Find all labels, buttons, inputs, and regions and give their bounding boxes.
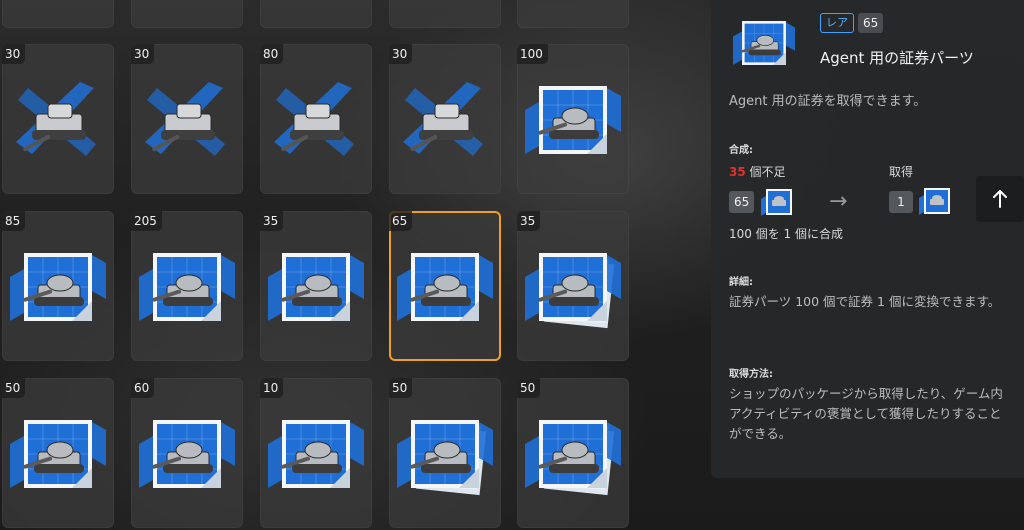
item-card-partial[interactable]	[389, 0, 501, 28]
tank-parts-icon	[10, 72, 106, 168]
acquire-label: 取得方法:	[729, 369, 773, 380]
item-count: 10	[260, 378, 284, 398]
item-card[interactable]: 100	[517, 44, 629, 194]
blueprint-icon	[397, 239, 493, 335]
item-detail-panel: レア 65 Agent 用の証券パーツ Agent 用の証券を取得できます。 合…	[711, 0, 1024, 478]
item-card[interactable]: 35	[260, 211, 372, 361]
blueprint-icon	[525, 72, 621, 168]
arrow-up-icon	[993, 190, 1007, 208]
item-title: Agent 用の証券パーツ	[820, 49, 974, 67]
item-count: 50	[389, 378, 413, 398]
item-card-partial[interactable]	[260, 0, 372, 28]
quantity-badge: 65	[858, 13, 884, 33]
rarity-badge: レア	[820, 13, 854, 33]
item-card[interactable]: 50	[2, 378, 114, 528]
item-card[interactable]: 85	[2, 211, 114, 361]
item-count: 65	[389, 211, 413, 231]
blueprint-icon	[761, 187, 795, 217]
shortage-count: 35	[729, 165, 746, 179]
tank-parts-icon	[397, 72, 493, 168]
item-count: 85	[2, 211, 26, 231]
tank-parts-icon	[139, 72, 235, 168]
blueprint-icon	[733, 12, 795, 74]
item-card-partial[interactable]	[2, 0, 114, 28]
blueprint-icon	[139, 406, 235, 502]
item-card[interactable]: 30	[131, 44, 243, 194]
blueprint-icon	[268, 239, 364, 335]
item-count: 30	[2, 44, 26, 64]
item-count: 35	[517, 211, 541, 231]
item-card[interactable]: 10	[260, 378, 372, 528]
item-card-selected[interactable]: 65	[389, 211, 501, 361]
blueprint-icon	[919, 186, 953, 216]
item-count: 80	[260, 44, 284, 64]
item-card[interactable]: 30	[2, 44, 114, 194]
input-count: 65	[729, 191, 755, 213]
item-card[interactable]: 80	[260, 44, 372, 194]
item-count: 60	[131, 378, 155, 398]
item-count: 50	[517, 378, 541, 398]
item-count: 30	[131, 44, 155, 64]
details-text: 証券パーツ 100 個で証券 1 個に変換できます。	[729, 294, 1001, 309]
blueprint-stack-icon	[525, 239, 621, 335]
blueprint-icon	[268, 406, 364, 502]
output-count: 1	[889, 191, 913, 213]
details-label: 詳細:	[729, 277, 753, 288]
item-card[interactable]: 60	[131, 378, 243, 528]
item-count: 100	[517, 44, 548, 64]
item-count: 205	[131, 211, 162, 231]
obtain-label: 取得	[889, 165, 914, 179]
item-count: 30	[389, 44, 413, 64]
craft-button[interactable]	[976, 176, 1024, 222]
blueprint-icon	[10, 239, 106, 335]
item-card[interactable]: 50	[517, 378, 629, 528]
item-card[interactable]: 35	[517, 211, 629, 361]
blueprint-stack-icon	[397, 406, 493, 502]
blueprint-stack-icon	[525, 406, 621, 502]
tank-parts-icon	[268, 72, 364, 168]
item-card-partial[interactable]	[131, 0, 243, 28]
item-count: 50	[2, 378, 26, 398]
shortage-text: 35 個不足	[729, 163, 786, 180]
item-card[interactable]: 50	[389, 378, 501, 528]
arrow-right-icon: →	[829, 189, 848, 214]
item-description: Agent 用の証券を取得できます。	[729, 94, 927, 109]
item-card[interactable]: 30	[389, 44, 501, 194]
craft-label: 合成:	[729, 145, 753, 156]
blueprint-icon	[10, 406, 106, 502]
item-grid: 30 30 80 30 100 85 205 35 65 35 50 60 10…	[0, 0, 700, 530]
shortage-suffix: 個不足	[745, 165, 786, 179]
item-card[interactable]: 205	[131, 211, 243, 361]
item-card-partial[interactable]	[517, 0, 629, 28]
acquire-text: ショップのパッケージから取得したり、ゲーム内アクティビティの褒賞として獲得したり…	[729, 386, 1003, 441]
item-count: 35	[260, 211, 284, 231]
blueprint-icon	[139, 239, 235, 335]
craft-ratio: 100 個を 1 個に合成	[729, 227, 843, 241]
